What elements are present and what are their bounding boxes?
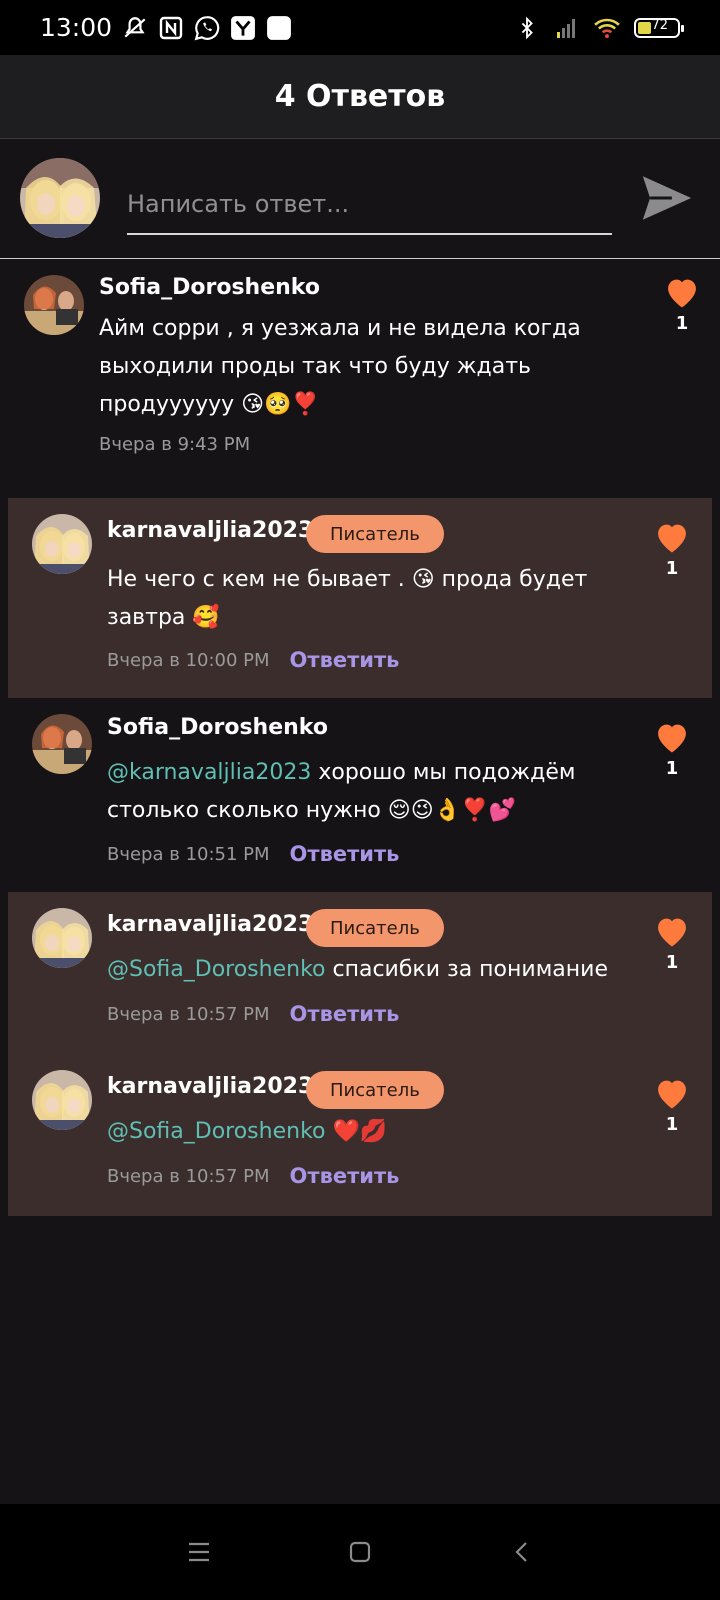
comment-meta: Вчера в 9:43 PM xyxy=(99,434,250,455)
back-button[interactable] xyxy=(504,1534,540,1570)
reply-button[interactable]: Ответить xyxy=(290,1164,400,1188)
like-button[interactable]: 1 xyxy=(660,275,704,334)
app-square-icon xyxy=(266,15,292,41)
reply-composer xyxy=(0,139,720,259)
home-button[interactable] xyxy=(342,1534,378,1570)
avatar[interactable] xyxy=(32,908,92,968)
comment-item: Sofia_Doroshenko @karnavaljlia2023 хорош… xyxy=(0,698,720,892)
heart-icon xyxy=(658,724,686,753)
comment-text: @Sofia_Doroshenko ❤️💋 xyxy=(107,1113,627,1151)
battery-level: 72 xyxy=(651,17,668,33)
like-count: 1 xyxy=(675,313,689,334)
menu-icon xyxy=(189,1542,209,1562)
comment-body: ❤️💋 xyxy=(325,1119,388,1144)
status-bar: 13:00 72 xyxy=(0,0,720,55)
nfc-icon xyxy=(158,15,184,41)
avatar[interactable] xyxy=(32,1070,92,1130)
heart-icon xyxy=(668,279,696,308)
send-icon xyxy=(642,176,692,220)
like-count: 1 xyxy=(665,952,679,973)
mention-link[interactable]: @Sofia_Doroshenko xyxy=(107,957,326,982)
comment-meta: Вчера в 10:51 PM Ответить xyxy=(107,842,399,866)
my-avatar xyxy=(20,158,100,238)
heart-icon xyxy=(658,1080,686,1109)
writer-badge: Писатель xyxy=(306,1071,444,1109)
like-button[interactable]: 1 xyxy=(650,520,694,579)
comment-group: karnavaljlia2023 Писатель @Sofia_Doroshe… xyxy=(8,892,712,1216)
mention-link[interactable]: @Sofia_Doroshenko xyxy=(107,1119,326,1144)
timestamp: Вчера в 10:57 PM xyxy=(107,1003,270,1025)
system-nav-bar xyxy=(0,1504,720,1600)
comment-item: Sofia_Doroshenko Айм сорри , я уезжала и… xyxy=(0,259,720,489)
avatar[interactable] xyxy=(32,514,92,574)
status-right: 72 xyxy=(514,15,684,41)
timestamp: Вчера в 10:00 PM xyxy=(107,649,270,671)
timestamp: Вчера в 10:57 PM xyxy=(107,1165,270,1187)
comment-text: Не чего с кем не бывает . 😘 прода будет … xyxy=(107,561,627,637)
mute-icon xyxy=(122,15,148,41)
writer-badge: Писатель xyxy=(306,515,444,553)
battery-tip xyxy=(681,24,684,32)
timestamp: Вчера в 9:43 PM xyxy=(99,434,251,455)
send-button[interactable] xyxy=(638,169,698,229)
comment-body: спасибки за понимание xyxy=(325,957,608,982)
comment-text: Айм сорри , я уезжала и не видела когда … xyxy=(99,310,619,424)
like-count: 1 xyxy=(665,1114,679,1135)
heart-icon xyxy=(658,918,686,947)
reply-input[interactable] xyxy=(127,175,612,235)
signal-icon xyxy=(554,15,580,41)
page-title: 4 Ответов xyxy=(274,79,446,114)
comment-meta: Вчера в 10:00 PM Ответить xyxy=(107,648,399,672)
clock: 13:00 xyxy=(40,13,113,42)
reply-button[interactable]: Ответить xyxy=(290,1002,400,1026)
username[interactable]: Sofia_Doroshenko xyxy=(107,715,328,740)
comment-body: Не чего с кем не бывает . 😘 прода будет … xyxy=(107,567,588,630)
username[interactable]: Sofia_Doroshenko xyxy=(99,275,320,300)
username[interactable]: karnavaljlia2023 xyxy=(107,518,313,543)
comment-body: Айм сорри , я уезжала и не видела когда … xyxy=(99,316,581,417)
back-icon xyxy=(515,1542,527,1562)
username[interactable]: karnavaljlia2023 xyxy=(107,1074,313,1099)
whatsapp-icon xyxy=(194,15,220,41)
like-button[interactable]: 1 xyxy=(650,1076,694,1135)
battery-icon: 72 xyxy=(634,17,684,38)
bluetooth-icon xyxy=(514,15,540,41)
comment-meta: Вчера в 10:57 PM Ответить xyxy=(107,1002,399,1026)
wifi-icon xyxy=(594,15,620,41)
heart-icon xyxy=(658,524,686,553)
mention-link[interactable]: @karnavaljlia2023 xyxy=(107,760,311,785)
status-left: 13:00 xyxy=(40,13,292,42)
comment-text: @karnavaljlia2023 хорошо мы подождём сто… xyxy=(107,754,627,830)
like-count: 1 xyxy=(665,758,679,779)
comment-meta: Вчера в 10:57 PM Ответить xyxy=(107,1164,399,1188)
avatar[interactable] xyxy=(24,275,84,335)
writer-badge: Писатель xyxy=(306,909,444,947)
menu-button[interactable] xyxy=(181,1534,217,1570)
like-button[interactable]: 1 xyxy=(650,720,694,779)
like-button[interactable]: 1 xyxy=(650,914,694,973)
home-icon xyxy=(349,1541,371,1563)
reply-button[interactable]: Ответить xyxy=(290,648,400,672)
app-y-icon xyxy=(230,15,256,41)
comment-text: @Sofia_Doroshenko спасибки за понимание xyxy=(107,951,647,989)
comment-item: karnavaljlia2023 Писатель Не чего с кем … xyxy=(8,498,712,698)
timestamp: Вчера в 10:51 PM xyxy=(107,843,270,865)
battery-fill xyxy=(638,21,651,34)
username[interactable]: karnavaljlia2023 xyxy=(107,912,313,937)
reply-button[interactable]: Ответить xyxy=(290,842,400,866)
like-count: 1 xyxy=(665,558,679,579)
avatar[interactable] xyxy=(32,714,92,774)
header: 4 Ответов xyxy=(0,55,720,139)
